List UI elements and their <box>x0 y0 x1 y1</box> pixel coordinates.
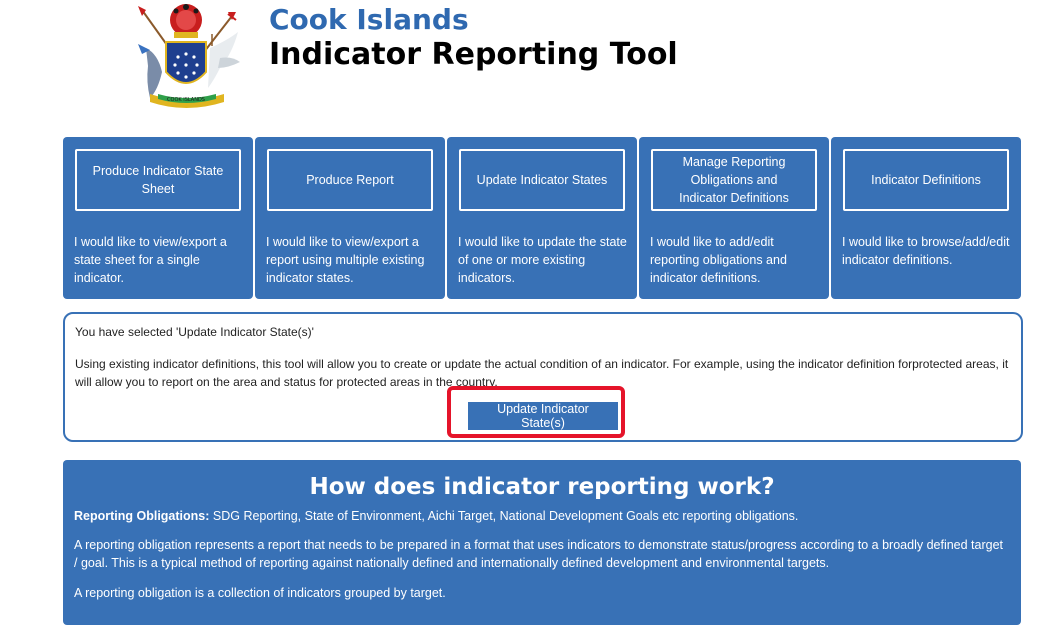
produce-state-sheet-button[interactable]: Produce Indicator State Sheet <box>75 149 241 211</box>
manage-obligations-button[interactable]: Manage Reporting Obligations and Indicat… <box>651 149 817 211</box>
coat-of-arms-logo: COOK ISLANDS <box>138 4 240 108</box>
card-description: I would like to view/export a report usi… <box>266 235 425 285</box>
card-description: I would like to view/export a state shee… <box>74 235 227 285</box>
card-description: I would like to add/edit reporting oblig… <box>650 235 787 285</box>
selection-description: Using existing indicator definitions, th… <box>75 357 1009 389</box>
svg-text:COOK ISLANDS: COOK ISLANDS <box>167 97 205 103</box>
selection-status: You have selected 'Update Indicator Stat… <box>75 325 314 339</box>
produce-report-button[interactable]: Produce Report <box>267 149 433 211</box>
card-manage-obligations: Manage Reporting Obligations and Indicat… <box>639 137 829 299</box>
card-description: I would like to update the state of one … <box>458 235 627 285</box>
update-indicator-states-button[interactable]: Update Indicator States <box>459 149 625 211</box>
obligation-definition-paragraph: A reporting obligation represents a repo… <box>74 538 1004 570</box>
indicator-definitions-button[interactable]: Indicator Definitions <box>843 149 1009 211</box>
action-cards: Produce Indicator State Sheet I would li… <box>63 137 1021 299</box>
card-description: I would like to browse/add/edit indicato… <box>842 235 1010 267</box>
obligations-paragraph: Reporting Obligations: SDG Reporting, St… <box>74 507 1007 525</box>
card-update-indicator-states: Update Indicator States I would like to … <box>447 137 637 299</box>
obligations-text: SDG Reporting, State of Environment, Aic… <box>209 509 799 523</box>
card-produce-state-sheet: Produce Indicator State Sheet I would li… <box>63 137 253 299</box>
selection-panel: You have selected 'Update Indicator Stat… <box>63 312 1023 442</box>
obligation-collection-paragraph: A reporting obligation is a collection o… <box>74 586 446 600</box>
how-it-works-panel: How does indicator reporting work? Repor… <box>63 460 1021 625</box>
obligations-label: Reporting Obligations: <box>74 509 210 523</box>
card-indicator-definitions: Indicator Definitions I would like to br… <box>831 137 1021 299</box>
card-produce-report: Produce Report I would like to view/expo… <box>255 137 445 299</box>
update-indicator-state-button[interactable]: Update Indicator State(s) <box>468 402 618 430</box>
site-title-country: Cook Islands <box>269 3 469 36</box>
page-header: COOK ISLANDS Cook Islands Indicator Repo… <box>0 0 1063 125</box>
site-title-tool: Indicator Reporting Tool <box>269 37 678 72</box>
how-it-works-heading: How does indicator reporting work? <box>309 474 775 500</box>
